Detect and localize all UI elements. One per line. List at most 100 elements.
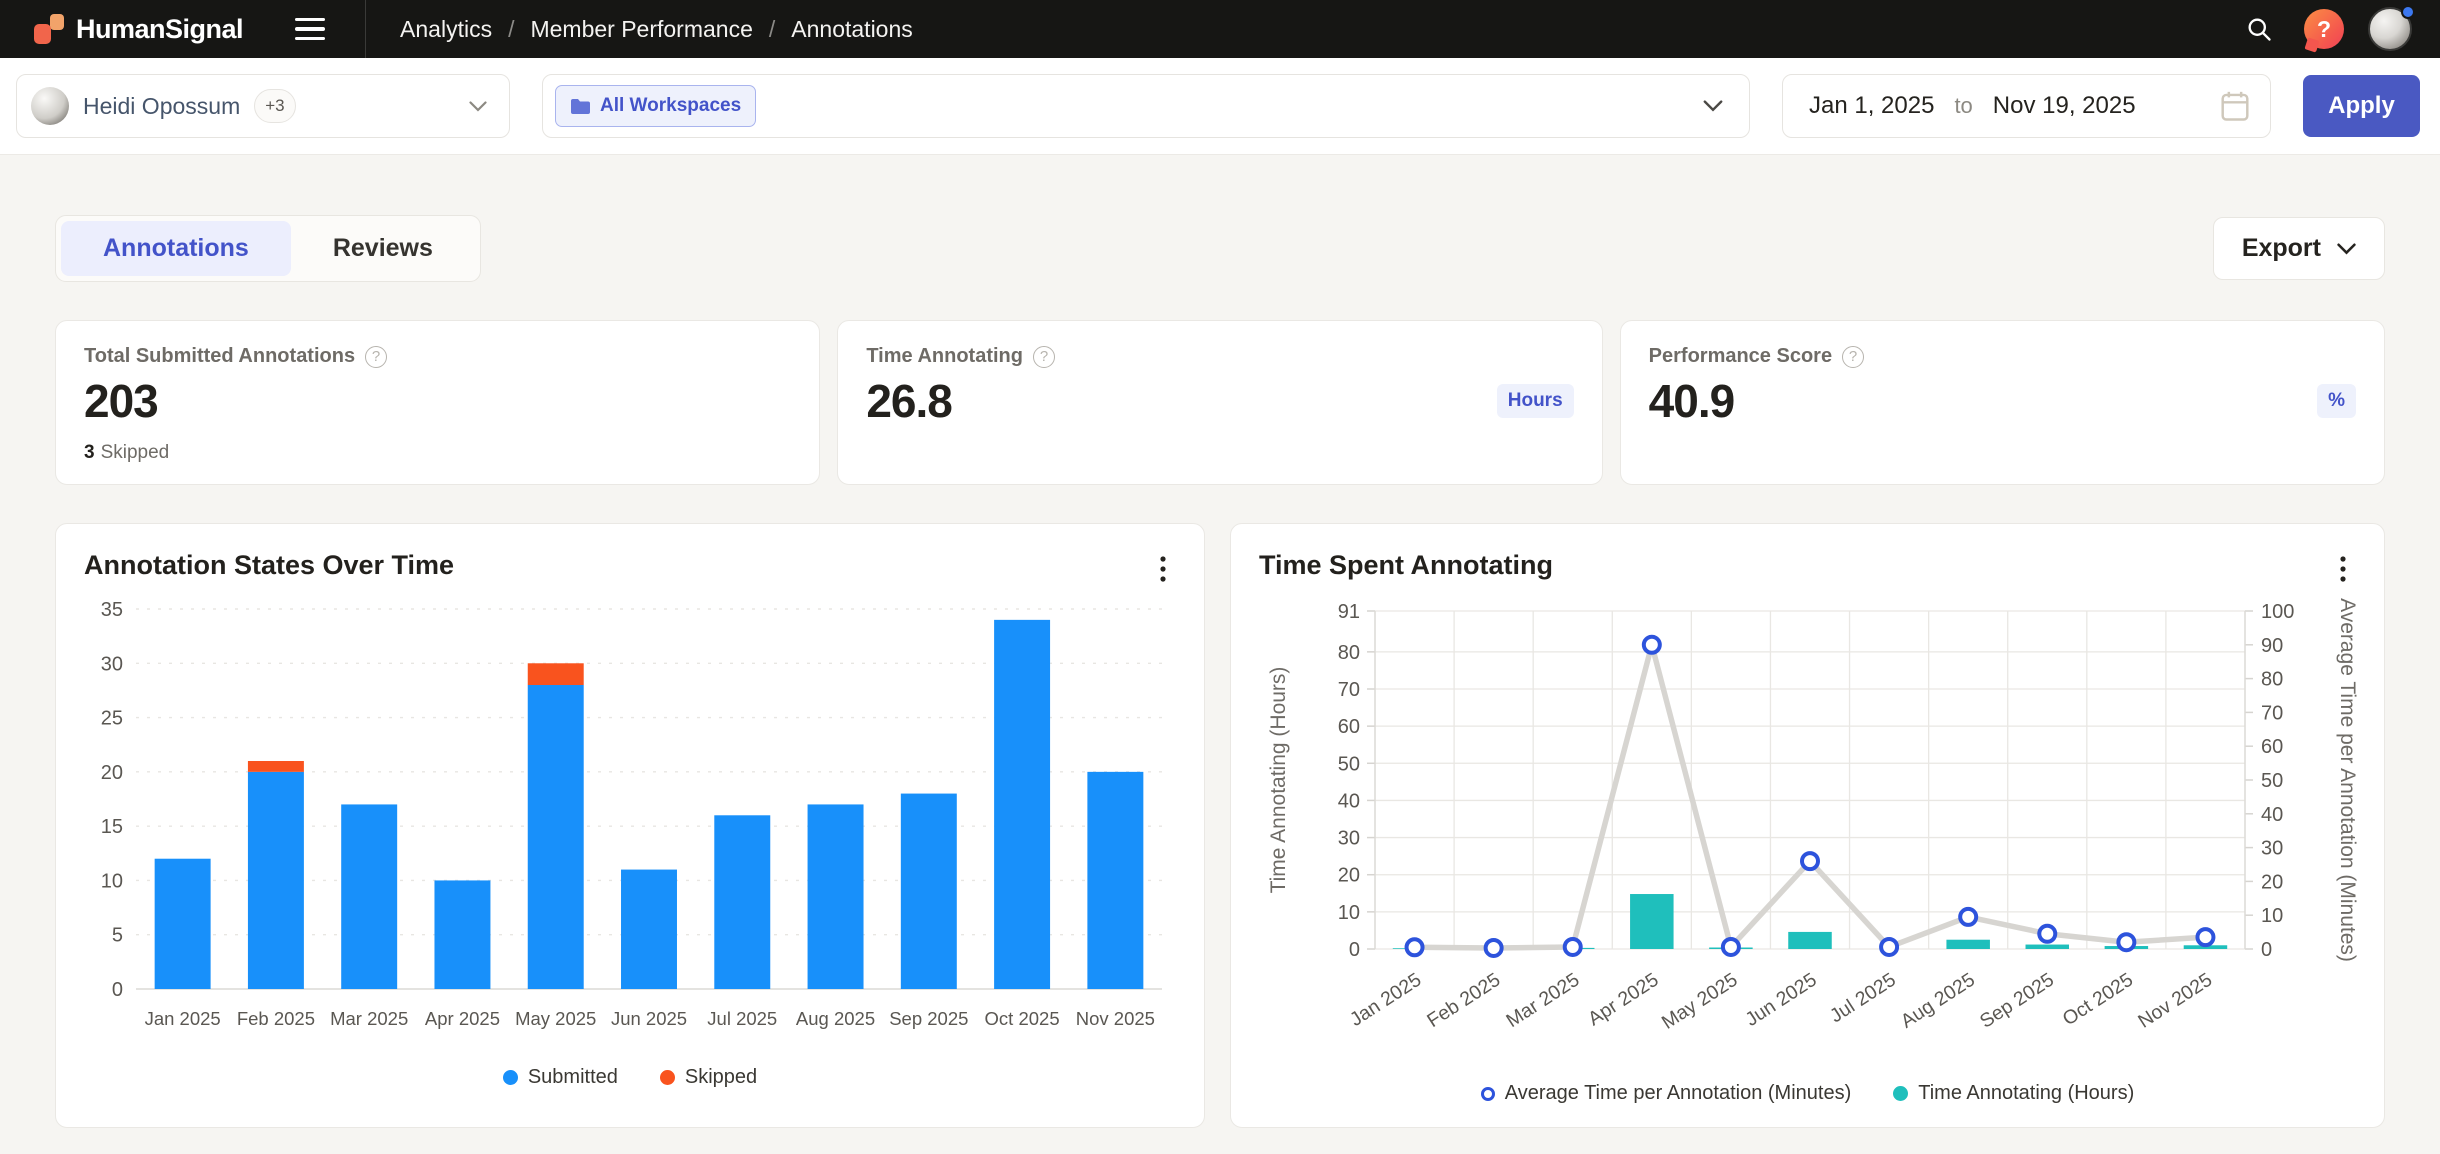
breadcrumb-separator: /: [769, 16, 775, 43]
stat-footer: 3Skipped: [84, 442, 169, 464]
top-bar: HumanSignal Analytics / Member Performan…: [0, 0, 2440, 58]
avatar-status-badge: [2401, 5, 2415, 19]
svg-text:10: 10: [101, 870, 123, 892]
app-root: HumanSignal Analytics / Member Performan…: [0, 0, 2440, 1128]
breadcrumb-separator: /: [508, 16, 514, 43]
svg-text:Aug 2025: Aug 2025: [796, 1008, 875, 1029]
workspace-select[interactable]: All Workspaces: [542, 74, 1750, 138]
svg-text:Aug 2025: Aug 2025: [1897, 969, 1979, 1033]
svg-text:0: 0: [1349, 939, 1360, 961]
legend-ring-avg-time: [1481, 1087, 1495, 1101]
export-button[interactable]: Export: [2213, 217, 2385, 280]
svg-text:70: 70: [1338, 679, 1360, 701]
unit-badge-percent: %: [2317, 384, 2356, 418]
legend-dot-submitted: [503, 1070, 518, 1085]
workspace-chip-label: All Workspaces: [600, 95, 741, 117]
legend-item-submitted[interactable]: Submitted: [503, 1066, 618, 1089]
legend-item-avg-time[interactable]: Average Time per Annotation (Minutes): [1481, 1082, 1851, 1105]
date-from: Jan 1, 2025: [1809, 92, 1934, 120]
chart-annotation-states: Annotation States Over Time 0 5 10 15 20 25 30…: [55, 523, 1205, 1128]
topbar-divider: [365, 0, 366, 58]
calendar-icon[interactable]: [2220, 90, 2250, 122]
svg-text:Nov 2025: Nov 2025: [1076, 1008, 1155, 1029]
svg-text:5: 5: [112, 925, 123, 947]
breadcrumb: Analytics / Member Performance / Annotat…: [400, 16, 913, 43]
question-circle-icon[interactable]: ?: [1033, 346, 1055, 368]
kebab-menu-icon[interactable]: [2330, 550, 2356, 591]
svg-text:Jun 2025: Jun 2025: [1741, 969, 1820, 1031]
unit-badge-hours: Hours: [1497, 384, 1574, 418]
svg-text:Jun 2025: Jun 2025: [611, 1008, 687, 1029]
tab-annotations[interactable]: Annotations: [61, 221, 291, 276]
stat-title: Performance Score: [1649, 345, 1832, 368]
member-extra-count: +3: [254, 89, 295, 123]
workspace-chip[interactable]: All Workspaces: [555, 85, 756, 127]
svg-text:20: 20: [1338, 865, 1360, 887]
tab-group: Annotations Reviews: [55, 215, 481, 282]
svg-text:Feb 2025: Feb 2025: [237, 1008, 315, 1029]
svg-text:91: 91: [1338, 601, 1360, 623]
legend-item-hours[interactable]: Time Annotating (Hours): [1893, 1082, 2134, 1105]
date-range-picker[interactable]: Jan 1, 2025 to Nov 19, 2025: [1782, 74, 2271, 138]
folder-icon: [570, 98, 591, 115]
date-to: Nov 19, 2025: [1993, 92, 2136, 120]
stat-title: Time Annotating: [866, 345, 1023, 368]
question-circle-icon[interactable]: ?: [365, 346, 387, 368]
svg-text:25: 25: [101, 708, 123, 730]
svg-text:0: 0: [2261, 939, 2272, 961]
breadcrumb-analytics[interactable]: Analytics: [400, 16, 492, 43]
chevron-down-icon: [469, 101, 487, 112]
svg-text:15: 15: [101, 816, 123, 838]
svg-text:30: 30: [101, 653, 123, 675]
question-circle-icon[interactable]: ?: [1842, 346, 1864, 368]
chart-title: Annotation States Over Time: [84, 550, 454, 581]
user-avatar[interactable]: [2368, 7, 2412, 51]
svg-text:Apr 2025: Apr 2025: [1584, 969, 1662, 1031]
stacked-bar-chart: 05101520253035Jan 2025Feb 2025Mar 2025Ap…: [84, 591, 1176, 1058]
svg-text:Nov 2025: Nov 2025: [2134, 969, 2216, 1033]
kebab-menu-icon[interactable]: [1150, 550, 1176, 591]
help-icon[interactable]: ?: [2304, 9, 2344, 49]
hamburger-menu-icon[interactable]: [295, 9, 335, 49]
svg-text:Sep 2025: Sep 2025: [889, 1008, 968, 1029]
svg-text:40: 40: [1338, 790, 1360, 812]
svg-text:Mar 2025: Mar 2025: [330, 1008, 408, 1029]
svg-text:Oct 2025: Oct 2025: [985, 1008, 1060, 1029]
stat-value: 26.8: [866, 374, 952, 428]
svg-text:10: 10: [2261, 905, 2283, 927]
charts-row: Annotation States Over Time 0 5 10 15 20 25 30…: [55, 523, 2385, 1128]
date-to-word: to: [1954, 93, 1972, 119]
stat-value: 203: [84, 374, 158, 428]
breadcrumb-member-performance[interactable]: Member Performance: [530, 16, 752, 43]
humansignal-logo-icon: [34, 12, 64, 46]
stat-card-performance-score: Performance Score ? 40.9 %: [1620, 320, 2385, 485]
svg-text:100: 100: [2261, 601, 2294, 623]
member-select[interactable]: Heidi Opossum +3: [16, 74, 510, 138]
svg-text:10: 10: [1338, 902, 1360, 924]
svg-text:90: 90: [2261, 635, 2283, 657]
combo-bar-line-chart: 0102030405060708091010203040506070809010…: [1259, 591, 2356, 1074]
svg-text:60: 60: [2261, 736, 2283, 758]
filter-bar: Heidi Opossum +3 All Workspaces Jan 1, 2…: [0, 58, 2440, 155]
svg-text:Time Annotating (Hours): Time Annotating (Hours): [1267, 667, 1290, 894]
chart-title: Time Spent Annotating: [1259, 550, 1553, 581]
svg-text:30: 30: [2261, 838, 2283, 860]
svg-text:Jan 2025: Jan 2025: [145, 1008, 221, 1029]
svg-text:20: 20: [101, 762, 123, 784]
svg-text:30: 30: [1338, 828, 1360, 850]
tab-reviews[interactable]: Reviews: [291, 221, 475, 276]
svg-text:Oct 2025: Oct 2025: [2059, 969, 2137, 1031]
svg-text:0: 0: [112, 979, 123, 1001]
svg-text:40: 40: [2261, 804, 2283, 826]
tabs-row: Annotations Reviews Export: [55, 215, 2385, 282]
apply-button[interactable]: Apply: [2303, 75, 2420, 137]
stat-card-total-submitted: Total Submitted Annotations ? 203 3Skipp…: [55, 320, 820, 485]
member-name: Heidi Opossum: [83, 93, 240, 120]
search-icon[interactable]: [2236, 6, 2282, 52]
legend-item-skipped[interactable]: Skipped: [660, 1066, 757, 1089]
stat-value: 40.9: [1649, 374, 1735, 428]
legend-dot-skipped: [660, 1070, 675, 1085]
breadcrumb-annotations[interactable]: Annotations: [791, 16, 912, 43]
stat-card-time-annotating: Time Annotating ? 26.8 Hours: [837, 320, 1602, 485]
main-content: Annotations Reviews Export Total Submitt…: [0, 155, 2440, 1128]
